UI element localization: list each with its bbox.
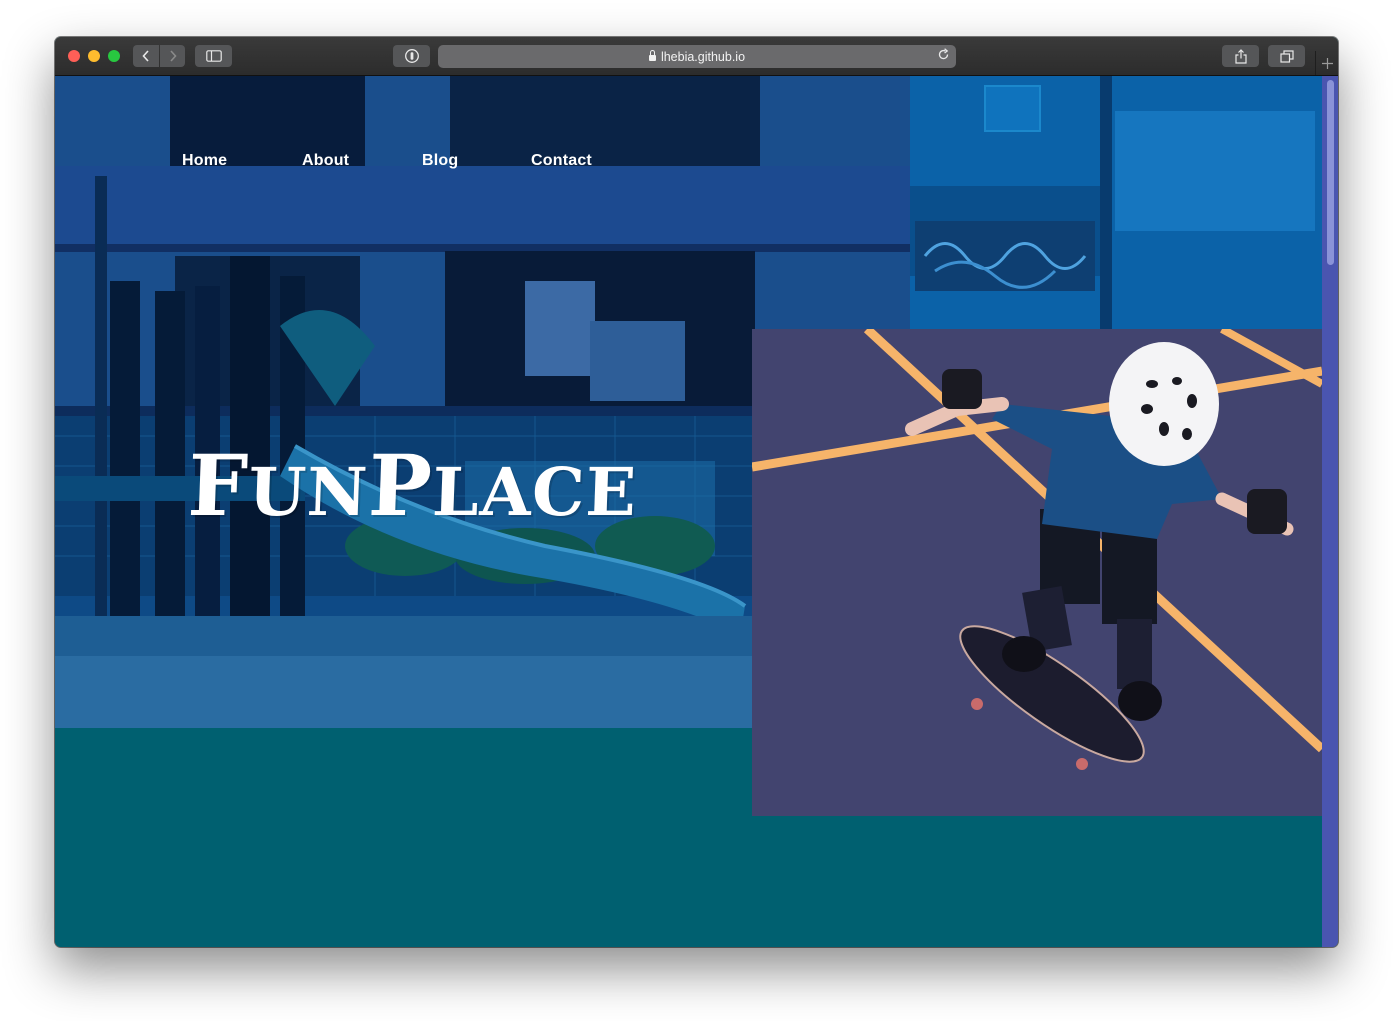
sidebar-icon <box>205 50 222 62</box>
browser-toolbar: lhebia.github.io <box>55 37 1338 76</box>
chevron-right-icon <box>169 50 177 62</box>
maximize-window-button[interactable] <box>108 50 120 62</box>
nav-about-link[interactable]: About <box>302 152 349 170</box>
sidebar-toggle-button[interactable] <box>195 45 232 67</box>
tab-overview-button[interactable] <box>1268 45 1305 67</box>
key-circle-icon <box>404 49 419 63</box>
nav-contact-link[interactable]: Contact <box>531 152 592 170</box>
site-title-rest-2: LACE <box>431 453 639 531</box>
new-tab-button[interactable] <box>1315 51 1338 75</box>
forward-button[interactable] <box>160 45 185 67</box>
page-content: Home About Blog Contact FUNPLACE <box>55 76 1322 947</box>
share-button[interactable] <box>1222 45 1259 67</box>
url-text: lhebia.github.io <box>660 49 746 64</box>
password-button[interactable] <box>393 45 430 67</box>
page-scrollbar-thumb[interactable] <box>1327 80 1334 265</box>
tabs-icon <box>1279 49 1294 63</box>
skateboarder-photo <box>752 329 1322 816</box>
skateboarder-illustration <box>752 329 1322 816</box>
share-icon <box>1234 48 1247 64</box>
site-title-cap-1: F <box>186 436 251 535</box>
site-title: FUNPLACE <box>186 436 639 535</box>
plus-icon <box>1322 57 1333 69</box>
chevron-left-icon <box>142 50 149 62</box>
address-bar[interactable]: lhebia.github.io <box>438 45 956 68</box>
nav-blog-link[interactable]: Blog <box>422 152 458 170</box>
back-button[interactable] <box>133 45 159 67</box>
site-title-cap-2: P <box>366 436 435 535</box>
lock-icon <box>648 49 656 61</box>
nav-home-link[interactable]: Home <box>182 152 227 170</box>
browser-window: lhebia.github.io Home About Blog Contact… <box>55 37 1338 947</box>
site-title-rest-1: UN <box>247 453 370 531</box>
minimize-window-button[interactable] <box>88 50 100 62</box>
close-window-button[interactable] <box>68 50 80 62</box>
reload-icon[interactable] <box>937 48 950 64</box>
